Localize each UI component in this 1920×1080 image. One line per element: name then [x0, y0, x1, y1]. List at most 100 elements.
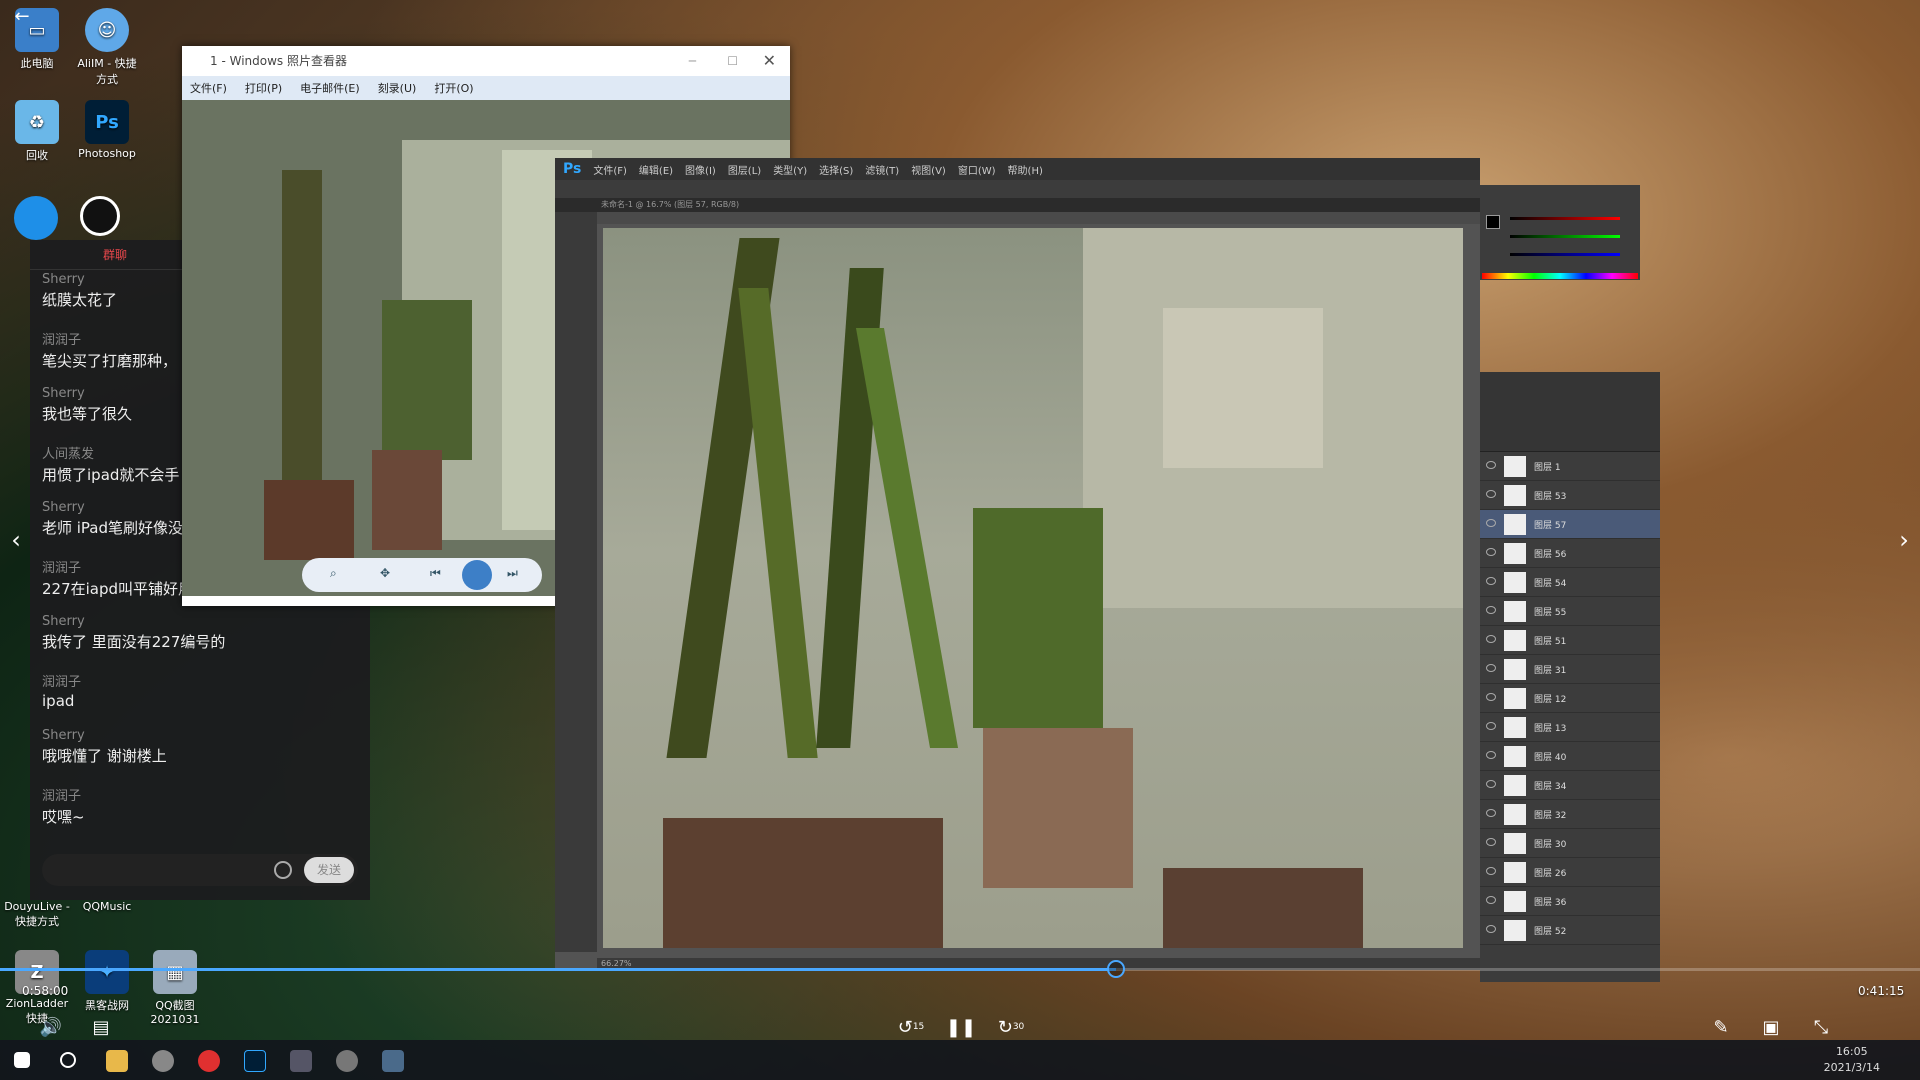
eye-icon[interactable] — [1486, 693, 1496, 701]
taskbar-window-icon[interactable] — [382, 1050, 404, 1072]
next-icon[interactable]: ⏭ — [507, 566, 518, 581]
viewer-title-bar[interactable]: 1 - Windows 照片查看器 ✕ ☐ ─ — [182, 46, 790, 76]
taskbar-app-icon[interactable] — [152, 1050, 174, 1072]
ps-menu-view[interactable]: 视图(V) — [911, 162, 946, 177]
ps-menu-type[interactable]: 类型(Y) — [773, 162, 807, 177]
eye-icon[interactable] — [1486, 751, 1496, 759]
desktop-icon-douyulive[interactable]: DouyuLive - 快捷方式 — [2, 900, 72, 929]
layer-list[interactable]: 图层 1 图层 53 图层 57 图层 56 图层 54 图层 55 图层 51 图层 31 图… — [1480, 452, 1660, 945]
file-explorer-icon[interactable] — [106, 1050, 128, 1072]
system-clock[interactable]: 16:05 2021/3/14 — [1824, 1044, 1880, 1076]
eye-icon[interactable] — [1486, 606, 1496, 614]
menu-open[interactable]: 打开(O) — [434, 80, 473, 96]
taskbar-photoshop-icon[interactable] — [244, 1050, 266, 1072]
eye-icon[interactable] — [1486, 490, 1496, 498]
eye-icon[interactable] — [1486, 780, 1496, 788]
menu-file[interactable]: 文件(F) — [190, 80, 227, 96]
volume-icon[interactable]: 🔊 — [36, 1012, 66, 1042]
eye-icon[interactable] — [1486, 896, 1496, 904]
layer-row[interactable]: 图层 40 — [1480, 742, 1660, 771]
app-icon-blue[interactable] — [14, 196, 58, 240]
ps-menu-filter[interactable]: 滤镜(T) — [865, 162, 899, 177]
desktop-icon-battlenet[interactable]: ✦ 黑客战网 — [72, 950, 142, 1013]
menu-email[interactable]: 电子邮件(E) — [300, 80, 360, 96]
rewind-button[interactable]: ↺ 15 — [896, 1012, 926, 1042]
eye-icon[interactable] — [1486, 548, 1496, 556]
minimize-icon[interactable]: ─ — [689, 46, 696, 76]
ps-document-tab[interactable]: 未命名-1 @ 16.7% (图层 57, RGB/8) — [555, 198, 1480, 212]
menu-burn[interactable]: 刻录(U) — [378, 80, 417, 96]
ps-menu-window[interactable]: 窗口(W) — [958, 162, 996, 177]
layer-row[interactable]: 图层 55 — [1480, 597, 1660, 626]
desktop-icon-qqmusic[interactable]: QQMusic — [72, 900, 142, 913]
ps-menu-image[interactable]: 图像(I) — [685, 162, 716, 177]
ps-toolbar[interactable] — [555, 212, 597, 952]
pip-icon[interactable]: ▣ — [1756, 1012, 1786, 1042]
search-icon[interactable] — [60, 1052, 76, 1068]
video-progress-handle[interactable] — [1106, 960, 1125, 978]
layer-row[interactable]: 图层 31 — [1480, 655, 1660, 684]
menu-print[interactable]: 打印(P) — [245, 80, 282, 96]
chrome-icon[interactable] — [336, 1050, 358, 1072]
layer-row[interactable]: 图层 53 — [1480, 481, 1660, 510]
layer-row[interactable]: 图层 56 — [1480, 539, 1660, 568]
close-icon[interactable]: ✕ — [763, 46, 776, 76]
start-icon[interactable] — [14, 1052, 30, 1068]
send-button[interactable]: 发送 — [304, 857, 354, 883]
emoji-icon[interactable] — [274, 861, 292, 879]
eye-icon[interactable] — [1486, 664, 1496, 672]
eye-icon[interactable] — [1486, 867, 1496, 875]
nav-right-arrow-icon[interactable]: › — [1892, 525, 1916, 555]
tab-group-chat[interactable]: 群聊 — [30, 240, 200, 270]
desktop-icon-qq-screenshot[interactable]: ▦ QQ截图2021031 — [140, 950, 210, 1026]
layer-row[interactable]: 图层 36 — [1480, 887, 1660, 916]
ps-menu-layer[interactable]: 图层(L) — [728, 162, 761, 177]
layer-row[interactable]: 图层 54 — [1480, 568, 1660, 597]
layer-row[interactable]: 图层 51 — [1480, 626, 1660, 655]
layer-row[interactable]: 图层 52 — [1480, 916, 1660, 945]
layers-panel-header[interactable] — [1480, 372, 1660, 452]
actual-size-icon[interactable]: ✥ — [380, 566, 390, 580]
ps-color-panel[interactable] — [1480, 185, 1640, 280]
eye-icon[interactable] — [1486, 809, 1496, 817]
layer-row[interactable]: 图层 1 — [1480, 452, 1660, 481]
danmaku-icon[interactable]: ▤ — [86, 1012, 116, 1042]
ps-options-bar[interactable] — [555, 180, 1480, 198]
pause-button[interactable]: ❚❚ — [946, 1012, 976, 1042]
chat-input[interactable]: 发送 — [42, 854, 358, 886]
desktop-icon-recycle[interactable]: ♻ 回收 — [2, 100, 72, 163]
layer-row[interactable]: 图层 13 — [1480, 713, 1660, 742]
layer-row[interactable]: 图层 30 — [1480, 829, 1660, 858]
video-progress-bar[interactable] — [0, 960, 1920, 978]
ps-canvas[interactable] — [603, 228, 1463, 948]
eye-icon[interactable] — [1486, 838, 1496, 846]
ps-menu-edit[interactable]: 编辑(E) — [639, 162, 673, 177]
taskbar-viewer-icon[interactable] — [290, 1050, 312, 1072]
layer-row[interactable]: 图层 32 — [1480, 800, 1660, 829]
back-arrow-icon[interactable]: ← — [10, 4, 34, 28]
maximize-icon[interactable]: ☐ — [727, 46, 738, 76]
layer-row[interactable]: 图层 26 — [1480, 858, 1660, 887]
previous-icon[interactable]: ⏮ — [430, 566, 441, 581]
layer-row[interactable]: 图层 34 — [1480, 771, 1660, 800]
desktop-icon-photoshop[interactable]: Ps Photoshop — [72, 100, 142, 160]
eye-icon[interactable] — [1486, 519, 1496, 527]
eye-icon[interactable] — [1486, 722, 1496, 730]
desktop-icon-aliim[interactable]: ☺ AliIM - 快捷方式 — [72, 8, 142, 87]
zoom-icon[interactable]: ⌕ — [330, 566, 337, 581]
layer-row[interactable]: 图层 12 — [1480, 684, 1660, 713]
ps-menu-help[interactable]: 帮助(H) — [1008, 162, 1043, 177]
eye-icon[interactable] — [1486, 577, 1496, 585]
qq-icon[interactable] — [80, 196, 120, 236]
netease-music-icon[interactable] — [198, 1050, 220, 1072]
forward-button[interactable]: ↻ 30 — [996, 1012, 1026, 1042]
exit-fullscreen-icon[interactable]: ⤡ — [1806, 1012, 1836, 1042]
nav-left-arrow-icon[interactable]: ‹ — [4, 525, 28, 555]
eye-icon[interactable] — [1486, 461, 1496, 469]
layer-row[interactable]: 图层 57 — [1480, 510, 1660, 539]
ps-menu-select[interactable]: 选择(S) — [819, 162, 853, 177]
slideshow-icon[interactable] — [462, 560, 492, 590]
eye-icon[interactable] — [1486, 635, 1496, 643]
pen-icon[interactable]: ✎ — [1706, 1012, 1736, 1042]
ps-menu-file[interactable]: 文件(F) — [593, 162, 627, 177]
